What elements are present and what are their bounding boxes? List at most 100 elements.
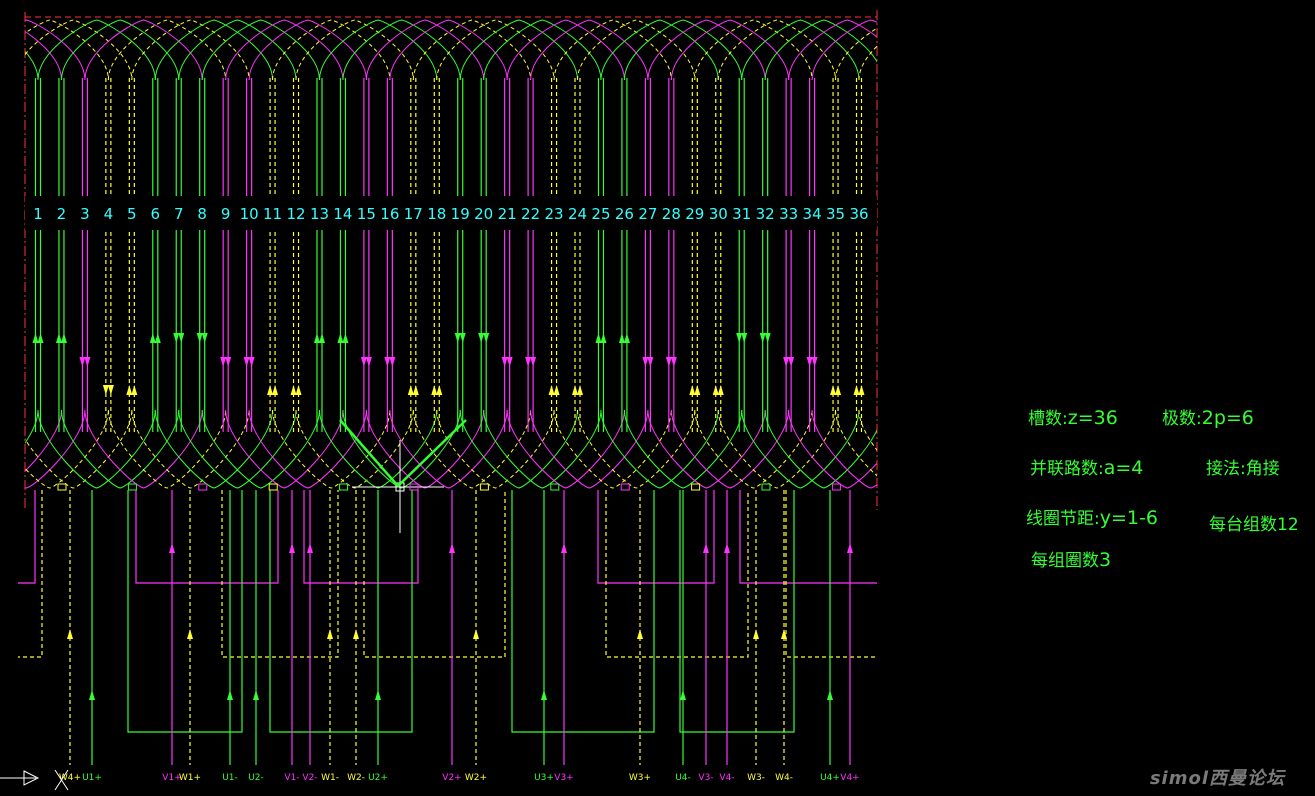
arrow-slot-3: [84, 357, 91, 367]
bottom-end-turn: [600, 409, 719, 489]
arrow-slot-32: [764, 333, 771, 343]
arrow-slot-15: [360, 357, 367, 367]
arrow-slot-1: [37, 333, 44, 343]
slot-number-28: 28: [662, 205, 681, 223]
slot-number-17: 17: [404, 205, 423, 223]
arrow-slot-25: [600, 333, 607, 343]
group-marker: [691, 483, 701, 491]
group-marker: [127, 483, 137, 491]
v-bus-3: [597, 490, 715, 584]
terminal-arrow-V1-: [289, 543, 295, 553]
bottom-end-turn: [858, 409, 877, 451]
arrow-slot-29: [689, 385, 696, 395]
arrow-slot-11: [272, 385, 279, 395]
terminal-label-V3+: V3+: [554, 773, 573, 783]
slot-number-35: 35: [826, 205, 845, 223]
arrow-slot-21: [506, 357, 513, 367]
slot-number-16: 16: [380, 205, 399, 223]
bottom-end-turn: [60, 409, 180, 489]
terminal-label-V3-: V3-: [698, 773, 713, 783]
bottom-end-turn: [694, 409, 813, 489]
slot-number-4: 4: [104, 205, 114, 223]
arrow-slot-28: [670, 357, 677, 367]
arrow-slot-21: [501, 357, 508, 367]
bottom-end-turn: [272, 409, 391, 489]
terminal-label-U3+: U3+: [534, 773, 554, 783]
terminal-arrow-V3+: [561, 543, 567, 553]
arrow-slot-14: [342, 333, 349, 343]
group-marker: [761, 483, 771, 491]
arrow-slot-5: [126, 385, 133, 395]
watermark-logo: simol西曼论坛: [1149, 768, 1285, 789]
bottom-end-turn: [788, 409, 877, 489]
bottom-end-connections: [25, 409, 877, 489]
arrow-slot-33: [788, 357, 795, 367]
bottom-end-turn: [225, 409, 344, 489]
slot-number-7: 7: [174, 205, 184, 223]
parallel-paths-info: 并联路数:a=4: [1030, 454, 1143, 479]
arrow-slot-15: [365, 357, 372, 367]
top-end-turn: [929, 20, 1046, 80]
arrow-slot-36: [853, 385, 860, 395]
group-marker: [198, 483, 208, 491]
arrow-slot-17: [407, 385, 414, 395]
bottom-end-turn: [84, 409, 203, 489]
terminal-label-W3+: W3+: [629, 773, 651, 783]
arrow-slot-17: [412, 385, 419, 395]
terminal-arrow-W2+: [473, 629, 479, 639]
terminal-arrow-V3-: [703, 543, 709, 553]
bottom-end-turn: [248, 409, 367, 489]
group-marker: [268, 483, 278, 491]
arrow-slot-9: [220, 357, 227, 367]
bottom-end-turn: [131, 409, 250, 489]
terminal-arrow-V4-: [724, 543, 730, 553]
slot-number-3: 3: [80, 205, 90, 223]
arrow-slot-12: [295, 385, 302, 395]
terminal-label-W3-: W3-: [747, 773, 765, 783]
bottom-end-turn: [741, 409, 860, 489]
connection-info: 接法:角接: [1206, 454, 1280, 479]
groups-info: 每台组数12: [1209, 510, 1299, 535]
v-bus-left: [18, 490, 36, 584]
arrow-slot-33: [783, 357, 790, 367]
u-bus-1: [127, 490, 243, 733]
bottom-end-turn: [154, 409, 274, 489]
arrow-slot-18: [431, 385, 438, 395]
arrow-slot-2: [60, 333, 67, 343]
arrow-slot-7: [173, 333, 180, 343]
arrow-slot-34: [806, 357, 813, 367]
terminal-arrow-W3-: [753, 629, 759, 639]
coil-pitch-value: y=1-6: [1099, 507, 1158, 529]
arrow-slot-14: [337, 333, 344, 343]
bottom-end-turn: [530, 409, 649, 489]
terminal-arrow-U4-: [680, 690, 686, 700]
group-connections: [18, 490, 877, 733]
group-marker: [339, 483, 349, 491]
arrow-slot-7: [178, 333, 185, 343]
coil-pitch-label: 线圈节距:: [1026, 509, 1100, 529]
slot-number-8: 8: [197, 205, 207, 223]
highlighted-coil: [339, 419, 467, 488]
pole-count-label: 极数:: [1162, 409, 1202, 429]
terminal-label-U2+: U2+: [368, 773, 388, 783]
slot-number-6: 6: [151, 205, 161, 223]
slot-number-22: 22: [521, 205, 540, 223]
bottom-end-turn: [412, 409, 532, 489]
group-marker: [831, 483, 841, 491]
top-end-turn: [882, 20, 999, 80]
terminal-arrow-V4+: [847, 543, 853, 553]
arrow-slot-12: [290, 385, 297, 395]
coils-per-group-info: 每组圈数3: [1031, 546, 1111, 571]
bottom-end-turn: [25, 409, 109, 489]
u-bus-2: [269, 490, 413, 733]
arrow-slot-19: [459, 333, 466, 343]
terminal-arrow-U1-: [227, 690, 233, 700]
bottom-end-turn: [647, 409, 766, 489]
bottom-end-turn: [623, 409, 743, 489]
arrow-slot-4: [102, 385, 109, 395]
w-bus-2: [363, 490, 506, 658]
u-bus-4: [679, 490, 795, 733]
bottom-end-turn: [201, 409, 320, 489]
terminal-label-V4+: V4+: [840, 773, 859, 783]
terminal-label-W2+: W2+: [465, 773, 487, 783]
